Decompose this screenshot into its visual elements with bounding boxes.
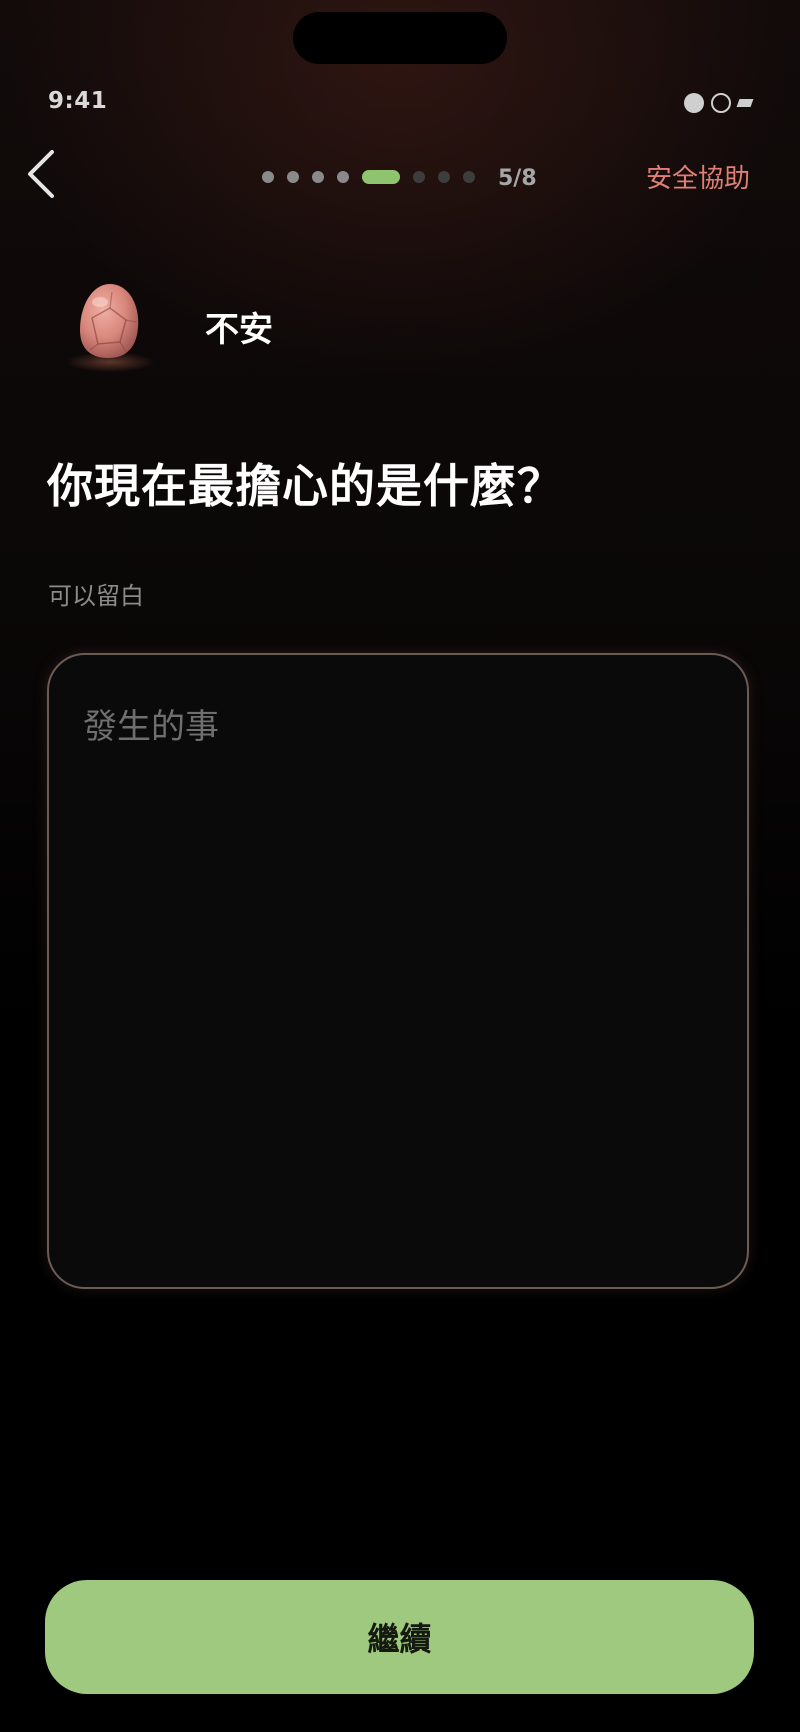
continue-button[interactable]: 繼續 bbox=[45, 1580, 754, 1694]
answer-textarea-container bbox=[47, 653, 749, 1289]
progress-step-done bbox=[262, 171, 274, 183]
progress-step-done bbox=[287, 171, 299, 183]
status-icons bbox=[684, 93, 754, 113]
progress-step-upcoming bbox=[413, 171, 425, 183]
progress-indicator bbox=[262, 170, 475, 184]
emotion-stone-icon bbox=[62, 278, 158, 374]
chevron-left-icon bbox=[28, 150, 54, 198]
safety-help-link[interactable]: 安全協助 bbox=[646, 158, 750, 195]
answer-textarea[interactable] bbox=[49, 655, 747, 1287]
screen: 9:41 5/8 安全協助 不安 你現在最擔心的是什麼？ 可以留白 發生的事 繼… bbox=[0, 0, 800, 1732]
progress-step-upcoming bbox=[463, 171, 475, 183]
emotion-label: 不安 bbox=[205, 310, 273, 350]
progress-count: 5/8 bbox=[498, 166, 537, 191]
optional-hint: 可以留白 bbox=[48, 582, 144, 610]
question-title: 你現在最擔心的是什麼？ bbox=[47, 459, 564, 513]
status-battery-icon bbox=[736, 99, 754, 107]
status-filled-circle-icon bbox=[684, 93, 704, 113]
back-button[interactable] bbox=[22, 146, 62, 202]
progress-step-done bbox=[337, 171, 349, 183]
status-time: 9:41 bbox=[48, 88, 108, 114]
dynamic-island bbox=[293, 12, 507, 64]
progress-step-upcoming bbox=[438, 171, 450, 183]
progress-step-current bbox=[362, 170, 400, 184]
progress-step-done bbox=[312, 171, 324, 183]
status-outline-circle-icon bbox=[711, 93, 731, 113]
